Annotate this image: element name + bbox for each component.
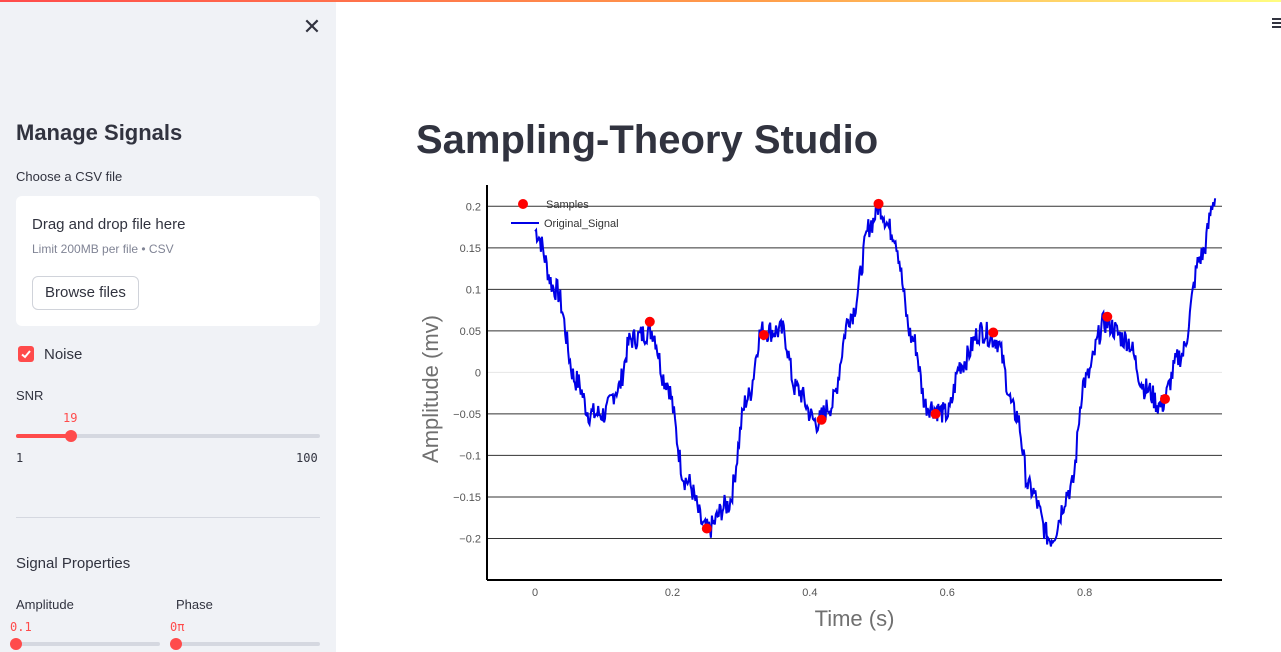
snr-slider-thumb[interactable] <box>65 430 78 442</box>
signal-chart: −0.2 −0.15 −0.1 −0.05 0 0.05 0.1 0.15 0.2 0 0.2 0.4… <box>418 185 1222 631</box>
noise-label: Noise <box>44 346 83 363</box>
phase-slider-thumb[interactable] <box>170 638 182 650</box>
x-tick-label: 0.4 <box>802 587 817 599</box>
y-tick-label: 0.15 <box>460 243 481 255</box>
snr-slider-value: 19 <box>63 411 78 425</box>
sample-point <box>644 316 655 327</box>
phase-slider-value: 0π <box>170 620 185 634</box>
snr-slider-fill <box>16 434 72 438</box>
snr-slider[interactable] <box>16 430 320 442</box>
sample-point <box>758 330 769 341</box>
sample-point <box>988 327 999 338</box>
sample-point <box>1102 311 1113 322</box>
phase-label: Phase <box>176 597 213 612</box>
x-tick-label: 0.2 <box>665 587 680 599</box>
check-icon <box>21 350 31 359</box>
sidebar-divider <box>16 517 320 518</box>
page-title: Sampling-Theory Studio <box>416 118 879 162</box>
signal-properties-title: Signal Properties <box>16 555 131 572</box>
legend-samples-label: Samples <box>546 199 589 211</box>
sidebar-title: Manage Signals <box>16 120 183 145</box>
y-tick-label: 0 <box>475 367 481 379</box>
chart-gridlines <box>487 205 1222 539</box>
amplitude-slider-thumb[interactable] <box>10 638 22 650</box>
close-sidebar-icon[interactable]: ✕ <box>300 16 324 40</box>
legend-signal-label: Original_Signal <box>544 218 619 230</box>
sample-point <box>873 198 884 209</box>
snr-slider-max: 100 <box>296 451 318 465</box>
amplitude-label: Amplitude <box>16 597 74 612</box>
sample-point <box>930 408 941 419</box>
browse-files-button[interactable]: Browse files <box>32 276 139 310</box>
sample-point <box>701 523 712 534</box>
y-tick-label: −0.05 <box>453 409 481 421</box>
amplitude-slider-value: 0.1 <box>10 620 32 634</box>
legend-samples-marker <box>518 199 528 209</box>
hamburger-menu-icon[interactable] <box>1272 18 1281 30</box>
y-tick-label: 0.1 <box>466 284 481 296</box>
snr-label: SNR <box>16 388 44 403</box>
sidebar: ✕ Manage Signals Choose a CSV file Drag … <box>0 2 336 652</box>
dropzone-instructions: Drag and drop file here <box>32 216 186 233</box>
x-tick-label: 0.6 <box>940 587 955 599</box>
noise-checkbox[interactable] <box>18 346 34 362</box>
file-dropzone[interactable]: Drag and drop file here Limit 200MB per … <box>16 196 320 326</box>
amplitude-slider[interactable] <box>10 638 160 650</box>
file-uploader-label: Choose a CSV file <box>16 169 123 184</box>
y-tick-label: −0.15 <box>453 492 481 504</box>
x-tick-label: 0.8 <box>1077 587 1092 599</box>
x-tick-label: 0 <box>532 587 538 599</box>
y-tick-label: −0.1 <box>459 450 481 462</box>
chart-legend: Samples Original_Signal <box>511 199 619 230</box>
sample-point <box>816 414 827 425</box>
y-tick-label: −0.2 <box>459 533 481 545</box>
snr-slider-min: 1 <box>16 451 24 465</box>
dropzone-limit-text: Limit 200MB per file • CSV <box>32 242 174 256</box>
y-tick-label: 0.05 <box>460 326 481 338</box>
y-axis-title: Amplitude (mv) <box>418 315 443 463</box>
chart-tick-labels: −0.2 −0.15 −0.1 −0.05 0 0.05 0.1 0.15 0.2 0 0.2 0.4… <box>453 201 1092 599</box>
x-axis-title: Time (s) <box>815 606 895 631</box>
phase-slider[interactable] <box>170 638 320 650</box>
sample-point <box>1159 393 1170 404</box>
y-tick-label: 0.2 <box>466 201 481 213</box>
